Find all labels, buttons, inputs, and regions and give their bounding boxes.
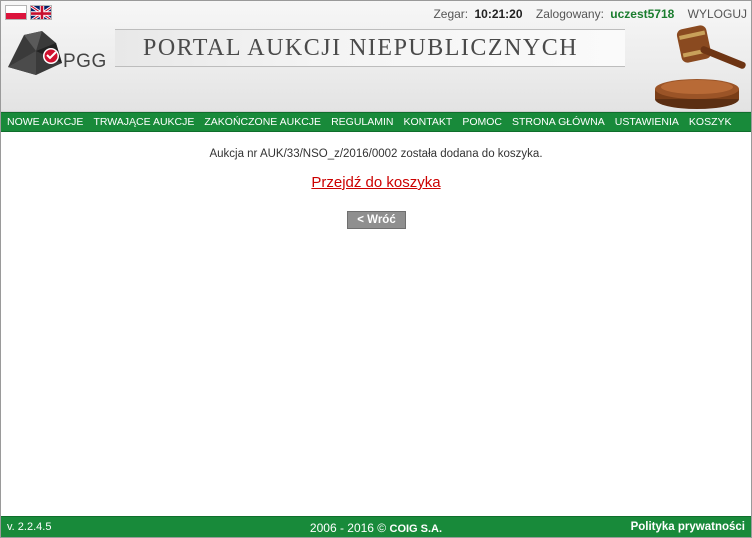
user-label: Zalogowany: — [535, 7, 604, 21]
logo-text: PGG — [63, 51, 107, 72]
go-to-cart-link[interactable]: Przejdź do koszyka — [311, 174, 440, 191]
nav-item-ustawienia[interactable]: USTAWIENIA — [615, 113, 679, 131]
nav-item-nowe-aukcje[interactable]: NOWE AUKCJE — [7, 113, 83, 131]
nav-item-regulamin[interactable]: REGULAMIN — [331, 113, 393, 131]
header: Zegar: 10:21:20 Zalogowany: uczest5718 W… — [1, 1, 751, 112]
status-message: Aukcja nr AUK/33/NSO_z/2016/0002 została… — [209, 148, 543, 160]
clock-label: Zegar: — [433, 7, 469, 21]
privacy-policy-link[interactable]: Polityka prywatności — [631, 521, 745, 533]
main-content: Aukcja nr AUK/33/NSO_z/2016/0002 została… — [1, 132, 751, 516]
cart-link-wrapper: Przejdź do koszyka — [1, 174, 751, 192]
nav-item-strona-glowna[interactable]: STRONA GŁÓWNA — [512, 113, 605, 131]
flag-pl-icon[interactable] — [5, 5, 27, 20]
title-band: PORTAL AUKCJI NIEPUBLICZNYCH — [115, 29, 625, 67]
portal-title: PORTAL AUKCJI NIEPUBLICZNYCH — [143, 35, 579, 61]
footer: v. 2.2.4.5 2006 - 2016 © COIG S.A. Polit… — [1, 516, 751, 537]
flag-gb-icon[interactable] — [30, 5, 52, 20]
nav-item-koszyk[interactable]: KOSZYK — [689, 113, 732, 131]
browser-page: Zegar: 10:21:20 Zalogowany: uczest5718 W… — [0, 0, 752, 538]
nav-item-pomoc[interactable]: POMOC — [462, 113, 502, 131]
copyright-years: 2006 - 2016 © — [309, 521, 390, 535]
clock-value: 10:21:20 — [474, 7, 523, 21]
nav-item-kontakt[interactable]: KONTAKT — [404, 113, 453, 131]
logout-link[interactable]: WYLOGUJ — [688, 7, 747, 21]
main-nav: NOWE AUKCJE TRWAJĄCE AUKCJE ZAKOŃCZONE A… — [1, 112, 751, 132]
back-button[interactable]: < Wróć — [347, 211, 406, 229]
session-bar: Zegar: 10:21:20 Zalogowany: uczest5718 W… — [433, 7, 747, 21]
user-name: uczest5718 — [610, 7, 675, 21]
copyright-brand: COIG S.A. — [389, 523, 443, 535]
nav-item-zakonczone-aukcje[interactable]: ZAKOŃCZONE AUKCJE — [204, 113, 321, 131]
nav-item-trwajace-aukcje[interactable]: TRWAJĄCE AUKCJE — [93, 113, 194, 131]
gavel-icon — [655, 25, 746, 109]
